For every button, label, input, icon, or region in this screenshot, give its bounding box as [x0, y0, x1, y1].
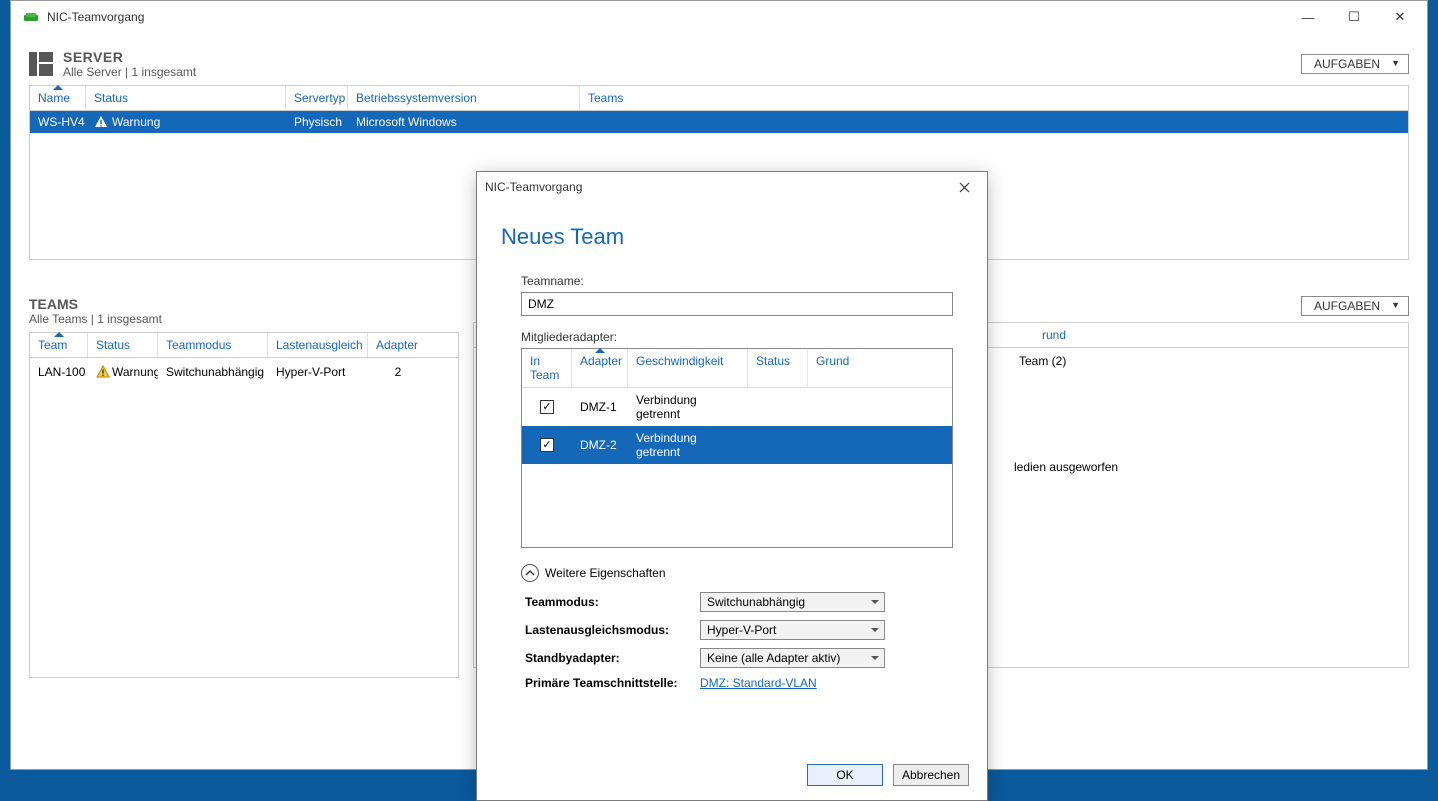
members-label: Mitgliederadapter: — [521, 330, 953, 344]
server-col-teams[interactable]: Teams — [580, 86, 1408, 110]
dialog-close-button[interactable] — [949, 175, 979, 199]
adapter-list-header: In Team Adapter Geschwindigkeit Status G… — [522, 349, 952, 388]
right-col-rund[interactable]: rund — [1034, 323, 1408, 347]
server-col-os[interactable]: Betriebssystemversion — [348, 86, 580, 110]
teams-panel: TEAMS Alle Teams | 1 insgesamt Team Stat… — [29, 284, 459, 678]
adapter-col-reason[interactable]: Grund — [808, 349, 952, 387]
adapter-col-adapter[interactable]: Adapter — [572, 349, 628, 387]
server-row-name: WS-HV4 — [30, 111, 86, 133]
adapter-checkbox[interactable] — [540, 400, 554, 414]
teams-row-team: LAN-100 — [30, 361, 88, 383]
prop-row-mode: Teammodus: Switchunabhängig — [525, 592, 963, 612]
teams-row-mode: Switchunabhängig — [158, 361, 268, 383]
teams-col-lb[interactable]: Lastenausgleich — [268, 333, 368, 357]
teams-section-subtitle: Alle Teams | 1 insgesamt — [29, 312, 162, 326]
minimize-button[interactable]: — — [1285, 1, 1331, 33]
lb-label: Lastenausgleichsmodus: — [525, 623, 700, 637]
teams-row-adapters: 2 — [368, 361, 428, 383]
teams-col-team[interactable]: Team — [30, 333, 88, 357]
app-icon — [23, 9, 39, 25]
dialog-footer: OK Abbrechen — [477, 756, 987, 800]
server-col-status[interactable]: Status — [86, 86, 286, 110]
adapter-name: DMZ-2 — [572, 435, 628, 455]
teamname-input[interactable] — [521, 292, 953, 316]
adapter-checkbox[interactable] — [540, 438, 554, 452]
adapter-row[interactable]: DMZ-1 Verbindung getrennt — [522, 388, 952, 426]
server-table-header: Name Status Servertyp Betriebssystemvers… — [29, 85, 1409, 110]
teamname-label: Teamname: — [521, 274, 953, 288]
server-row-os: Microsoft Windows — [348, 111, 580, 133]
mode-label: Teammodus: — [525, 595, 700, 609]
dialog-titlebar[interactable]: NIC-Teamvorgang — [477, 172, 987, 202]
chevron-up-icon — [521, 564, 539, 582]
teams-col-mode[interactable]: Teammodus — [158, 333, 268, 357]
standby-select[interactable]: Keine (alle Adapter aktiv) — [700, 648, 885, 668]
teams-col-adapter[interactable]: Adapter — [368, 333, 458, 357]
adapter-col-status[interactable]: Status — [748, 349, 808, 387]
prop-row-standby: Standbyadapter: Keine (alle Adapter akti… — [525, 648, 963, 668]
adapter-list: In Team Adapter Geschwindigkeit Status G… — [521, 348, 953, 548]
dialog-heading: Neues Team — [501, 224, 963, 250]
server-col-name[interactable]: Name — [30, 86, 86, 110]
teams-row-status: Warnung — [88, 361, 158, 383]
teams-row-lb: Hyper-V-Port — [268, 361, 368, 383]
primary-label: Primäre Teamschnittstelle: — [525, 676, 700, 692]
warning-icon — [96, 365, 110, 379]
prop-row-primary: Primäre Teamschnittstelle: DMZ: Standard… — [525, 676, 963, 692]
cancel-button[interactable]: Abbrechen — [893, 764, 969, 786]
server-col-type[interactable]: Servertyp — [286, 86, 348, 110]
teams-col-status[interactable]: Status — [88, 333, 158, 357]
prop-row-lb: Lastenausgleichsmodus: Hyper-V-Port — [525, 620, 963, 640]
dialog-title: NIC-Teamvorgang — [485, 180, 949, 194]
server-row-status: Warnung — [86, 111, 286, 133]
server-row-type: Physisch — [286, 111, 348, 133]
adapter-col-speed[interactable]: Geschwindigkeit — [628, 349, 748, 387]
adapter-speed: Verbindung getrennt — [628, 428, 748, 462]
window-title: NIC-Teamvorgang — [47, 10, 1285, 24]
lb-select[interactable]: Hyper-V-Port — [700, 620, 885, 640]
warning-icon — [94, 115, 108, 129]
primary-interface-link[interactable]: DMZ: Standard-VLAN — [700, 676, 817, 690]
server-section-icon — [29, 52, 53, 76]
adapters-tasks-button[interactable]: AUFGABEN — [1301, 296, 1409, 316]
server-section-title: SERVER — [63, 49, 196, 65]
ok-button[interactable]: OK — [807, 764, 883, 786]
teams-table-body: LAN-100 Warnung Switchunabhängig Hyper-V… — [29, 358, 459, 678]
server-section-header: SERVER Alle Server | 1 insgesamt AUFGABE… — [29, 49, 1409, 79]
close-icon — [959, 182, 970, 193]
new-team-dialog: NIC-Teamvorgang Neues Team Teamname: Mit… — [476, 171, 988, 801]
titlebar: NIC-Teamvorgang — ☐ ✕ — [11, 1, 1427, 33]
standby-label: Standbyadapter: — [525, 651, 700, 665]
adapter-speed: Verbindung getrennt — [628, 390, 748, 424]
server-row[interactable]: WS-HV4 Warnung Physisch Microsoft Window… — [30, 111, 1408, 133]
teams-table-header: Team Status Teammodus Lastenausgleich Ad… — [29, 332, 459, 358]
teams-row[interactable]: LAN-100 Warnung Switchunabhängig Hyper-V… — [30, 358, 458, 386]
mode-select[interactable]: Switchunabhängig — [700, 592, 885, 612]
main-area: SERVER Alle Server | 1 insgesamt AUFGABE… — [11, 33, 1427, 769]
adapter-name: DMZ-1 — [572, 397, 628, 417]
more-properties-expander[interactable]: Weitere Eigenschaften — [521, 564, 963, 582]
server-tasks-button[interactable]: AUFGABEN — [1301, 54, 1409, 74]
adapter-col-inteam[interactable]: In Team — [522, 349, 572, 387]
close-button[interactable]: ✕ — [1377, 1, 1423, 33]
main-window: NIC-Teamvorgang — ☐ ✕ SERVER Alle Server… — [10, 0, 1428, 770]
server-section-subtitle: Alle Server | 1 insgesamt — [63, 65, 196, 79]
adapter-row[interactable]: DMZ-2 Verbindung getrennt — [522, 426, 952, 464]
teams-section-title: TEAMS — [29, 296, 162, 312]
maximize-button[interactable]: ☐ — [1331, 1, 1377, 33]
